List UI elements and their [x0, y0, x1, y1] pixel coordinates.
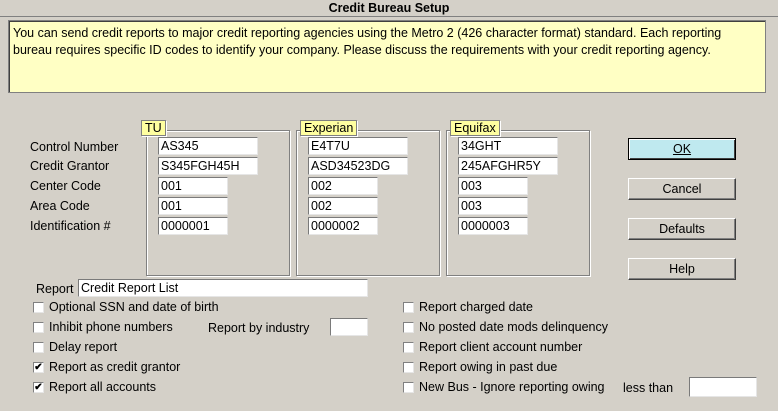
equifax-credit-grantor[interactable]: 245AFGHR5Y	[458, 157, 558, 175]
checkbox-report-owing-past-due[interactable]	[403, 362, 414, 373]
label-delay-report: Delay report	[49, 340, 118, 354]
label-report-charged-date: Report charged date	[419, 300, 533, 314]
checkbox-no-posted-date[interactable]	[403, 322, 414, 333]
experian-center-code[interactable]: 002	[308, 177, 378, 195]
equifax-center-code[interactable]: 003	[458, 177, 528, 195]
label-optional-ssn: Optional SSN and date of birth	[49, 300, 219, 314]
checkbox-inhibit-phone[interactable]	[33, 322, 44, 333]
label-center-code: Center Code	[30, 179, 101, 193]
tu-identification[interactable]: 0000001	[158, 217, 228, 235]
less-than-input[interactable]	[689, 377, 757, 397]
checkbox-report-client-account[interactable]	[403, 342, 414, 353]
label-credit-grantor: Credit Grantor	[30, 159, 110, 173]
label-report-all-accounts: Report all accounts	[49, 380, 157, 394]
equifax-area-code[interactable]: 003	[458, 197, 528, 215]
ok-button[interactable]: OK	[628, 138, 736, 160]
label-control-number: Control Number	[30, 140, 119, 154]
report-label: Report	[36, 282, 74, 296]
experian-credit-grantor[interactable]: ASD34523DG	[308, 157, 408, 175]
label-inhibit-phone: Inhibit phone numbers	[49, 320, 173, 334]
tu-credit-grantor[interactable]: S345FGH45H	[158, 157, 258, 175]
label-area-code: Area Code	[30, 199, 90, 213]
checkbox-new-bus-ignore[interactable]	[403, 382, 414, 393]
label-identification: Identification #	[30, 219, 111, 233]
less-than-label: less than	[623, 381, 674, 395]
experian-area-code[interactable]: 002	[308, 197, 378, 215]
experian-identification[interactable]: 0000002	[308, 217, 378, 235]
report-by-industry-input[interactable]	[330, 318, 368, 336]
label-report-client-account: Report client account number	[419, 340, 583, 354]
label-report-owing-past-due: Report owing in past due	[419, 360, 558, 374]
info-text: You can send credit reports to major cre…	[8, 20, 766, 93]
cancel-button[interactable]: Cancel	[628, 178, 736, 200]
experian-control-number[interactable]: E4T7U	[308, 137, 408, 155]
label-no-posted-date: No posted date mods delinquency	[419, 320, 609, 334]
tag-tu: TU	[141, 120, 166, 136]
equifax-identification[interactable]: 0000003	[458, 217, 528, 235]
window-title: Credit Bureau Setup	[0, 0, 778, 17]
checkbox-optional-ssn[interactable]	[33, 302, 44, 313]
tag-equifax: Equifax	[450, 120, 500, 136]
equifax-control-number[interactable]: 34GHT	[458, 137, 558, 155]
tu-control-number[interactable]: AS345	[158, 137, 258, 155]
checkbox-report-all-accounts[interactable]: ✔	[33, 382, 44, 393]
label-report-credit-grantor: Report as credit grantor	[49, 360, 181, 374]
checkbox-report-charged-date[interactable]	[403, 302, 414, 313]
report-by-industry-label: Report by industry	[208, 321, 310, 335]
checkbox-report-credit-grantor[interactable]: ✔	[33, 362, 44, 373]
checkbox-delay-report[interactable]	[33, 342, 44, 353]
ok-button-label: OK	[672, 142, 692, 156]
tu-area-code[interactable]: 001	[158, 197, 228, 215]
label-new-bus-ignore: New Bus - Ignore reporting owing	[419, 380, 605, 394]
report-input[interactable]: Credit Report List	[78, 279, 368, 297]
help-button[interactable]: Help	[628, 258, 736, 280]
defaults-button[interactable]: Defaults	[628, 218, 736, 240]
tu-center-code[interactable]: 001	[158, 177, 228, 195]
tag-experian: Experian	[300, 120, 358, 136]
